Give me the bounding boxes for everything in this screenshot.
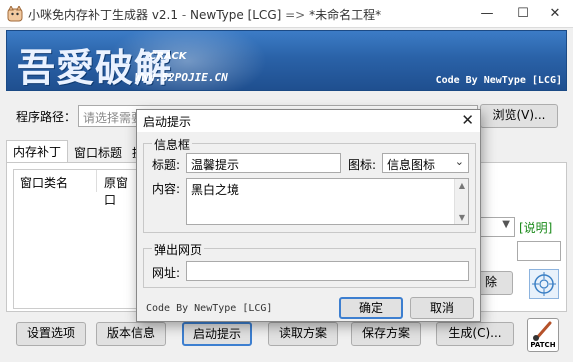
- chevron-down-icon: ⌄: [454, 155, 464, 168]
- program-path-label: 程序路径：: [16, 110, 77, 124]
- content-field-label: 内容:: [152, 182, 181, 196]
- minimize-button[interactable]: —: [477, 4, 497, 24]
- popup-webpage-group: 弹出网页 网址:: [143, 241, 476, 288]
- list-header-class[interactable]: 窗口类名: [14, 170, 74, 192]
- content-text: 黑白之境: [191, 183, 240, 197]
- app-name: 小咪免内存补丁生成器 v2.1: [28, 8, 179, 22]
- help-link[interactable]: [说明]: [519, 219, 552, 236]
- title-field[interactable]: 温馨提示: [186, 153, 341, 173]
- list-column-divider: [96, 170, 97, 192]
- banner-url: WWW.52POJIE.CN: [135, 71, 228, 84]
- startup-tip-button[interactable]: 启动提示: [182, 322, 252, 346]
- dialog-code-by: Code By NewType [LCG]: [146, 303, 273, 314]
- save-scheme-button[interactable]: 保存方案: [351, 322, 421, 346]
- scroll-up-icon[interactable]: ▲: [455, 181, 469, 190]
- brush-icon: [533, 321, 552, 341]
- url-input[interactable]: [186, 261, 469, 281]
- ok-button[interactable]: 确定: [339, 297, 403, 319]
- banner: 吾愛破解 CRACK WWW.52POJIE.CN Code By NewTyp…: [6, 30, 567, 91]
- crosshair-icon: [532, 272, 556, 296]
- content-textarea[interactable]: 黑白之境 ▲ ▼: [186, 178, 469, 225]
- crosshair-target-button[interactable]: [529, 269, 559, 299]
- banner-code-by: Code By NewType [LCG]: [435, 75, 562, 86]
- right-field[interactable]: [517, 241, 561, 261]
- startup-tip-dialog: 启动提示 ✕ 信息框 标题: 温馨提示 图标: 信息图标 ⌄ 内容: 黑白之境 …: [136, 109, 481, 322]
- icon-field-label: 图标:: [348, 158, 377, 172]
- scroll-down-icon[interactable]: ▼: [455, 213, 469, 222]
- dialog-title: 启动提示: [143, 115, 192, 129]
- load-scheme-button[interactable]: 读取方案: [268, 322, 338, 346]
- version-info-button[interactable]: 版本信息: [96, 322, 166, 346]
- chevron-down-icon: ▼: [502, 219, 510, 230]
- cancel-button[interactable]: 取消: [410, 297, 474, 319]
- window-title: 小咪免内存补丁生成器 v2.1 - NewType [LCG] => *未命名工…: [28, 6, 381, 23]
- tab-memory-patch[interactable]: 内存补丁: [6, 140, 69, 162]
- settings-button[interactable]: 设置选项: [16, 322, 86, 346]
- content-scrollbar[interactable]: ▲ ▼: [454, 179, 468, 224]
- patch-icon[interactable]: PATCH: [527, 318, 559, 352]
- dialog-close-button[interactable]: ✕: [461, 111, 474, 129]
- window-list[interactable]: 窗口类名 原窗口: [13, 169, 143, 309]
- title-field-label: 标题:: [152, 158, 181, 172]
- icon-select-value: 信息图标: [387, 158, 436, 172]
- url-field-label: 网址:: [152, 266, 181, 280]
- icon-select[interactable]: 信息图标 ⌄: [382, 153, 469, 173]
- cat-app-icon: [7, 6, 23, 22]
- author-name: NewType [LCG]: [190, 8, 282, 22]
- title-separator: -: [181, 8, 187, 22]
- generate-button[interactable]: 生成(C)...: [436, 322, 514, 346]
- banner-crack-text: CRACK: [149, 51, 187, 62]
- maximize-button[interactable]: ☐: [513, 4, 533, 24]
- info-box-group: 信息框 标题: 温馨提示 图标: 信息图标 ⌄ 内容: 黑白之境 ▲ ▼: [143, 136, 476, 233]
- close-button[interactable]: ✕: [545, 4, 565, 24]
- project-name: *未命名工程*: [309, 8, 382, 22]
- patch-label: PATCH: [530, 341, 556, 349]
- dialog-titlebar: 启动提示 ✕: [137, 110, 480, 132]
- info-box-group-title: 信息框: [152, 136, 193, 153]
- main-titlebar: 小咪免内存补丁生成器 v2.1 - NewType [LCG] => *未命名工…: [0, 0, 573, 28]
- browse-button[interactable]: 浏览(V)...: [480, 104, 558, 128]
- popup-webpage-group-title: 弹出网页: [152, 241, 205, 258]
- tab-window-title[interactable]: 窗口标题: [68, 142, 128, 162]
- title-arrow: =>: [285, 8, 306, 22]
